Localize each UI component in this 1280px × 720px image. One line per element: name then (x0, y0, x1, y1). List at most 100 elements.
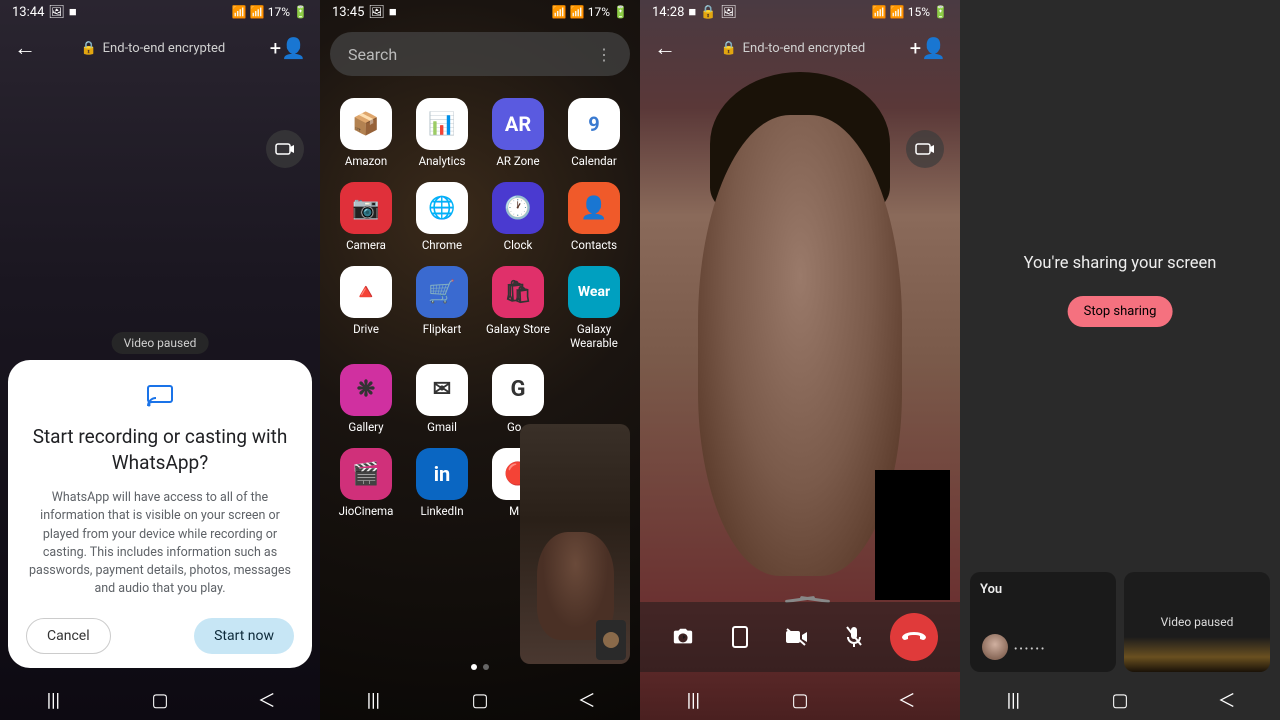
app-jiocinema[interactable]: 🎬JioCinema (330, 448, 402, 518)
signal-icon: 📶 (890, 5, 905, 19)
recents-icon[interactable]: ||| (23, 690, 83, 711)
home-icon[interactable]: ▢ (450, 690, 510, 711)
home-icon[interactable]: ▢ (770, 690, 830, 711)
app-label: Gallery (348, 421, 383, 434)
img-icon: 🖼 (48, 5, 65, 20)
stop-sharing-button[interactable]: Stop sharing (1068, 296, 1173, 327)
app-analytics[interactable]: 📊Analytics (406, 98, 478, 168)
flip-camera-button[interactable] (662, 616, 704, 658)
back-icon[interactable]: ← (654, 35, 676, 61)
add-person-icon[interactable]: +👤 (910, 36, 946, 60)
cast-icon (146, 382, 174, 410)
back-nav-icon[interactable]: ＜ (1197, 687, 1257, 713)
app-icon: G (492, 364, 544, 416)
nav-bar: ||| ▢ ＜ (960, 680, 1280, 720)
app-galaxy-store[interactable]: 🛍 Galaxy Store (482, 266, 554, 349)
app-label: Contacts (571, 239, 617, 252)
app-gallery[interactable]: ❋Gallery (330, 364, 402, 434)
wifi-icon: 📶 (232, 5, 247, 19)
recents-icon[interactable]: ||| (343, 690, 403, 711)
pip-overlay[interactable] (520, 424, 630, 664)
video-icon: ■ (69, 4, 77, 20)
battery-icon: 🔋 (613, 5, 628, 19)
app-gmail[interactable]: ✉Gmail (406, 364, 478, 434)
app-amazon[interactable]: 📦Amazon (330, 98, 402, 168)
add-person-icon[interactable]: +👤 (270, 36, 306, 60)
app-icon: 🌐 (416, 182, 468, 234)
wifi-icon: 📶 (872, 5, 887, 19)
app-icon: 🔺 (340, 266, 392, 318)
app-flipkart[interactable]: 🛒 Flipkart (406, 266, 478, 349)
app-linkedin[interactable]: in LinkedIn (406, 448, 478, 518)
app-icon: 🛍 (492, 266, 544, 318)
panel-videocall: 14:28■🔒🖼 📶📶15%🔋 ← 🔒 End-to-end encrypted… (640, 0, 960, 720)
battery-pct: 17% (268, 5, 290, 19)
pip-self[interactable] (596, 620, 626, 660)
video-off-button[interactable] (776, 616, 818, 658)
start-now-button[interactable]: Start now (194, 618, 294, 654)
cancel-button[interactable]: Cancel (26, 618, 111, 654)
cast-dialog: Start recording or casting with WhatsApp… (8, 360, 312, 668)
app-icon: in (416, 448, 468, 500)
dialog-actions: Cancel Start now (26, 618, 294, 654)
screen-share-button[interactable] (719, 616, 761, 658)
clock: 13:45 (332, 5, 364, 20)
self-preview[interactable] (875, 470, 950, 600)
participant-remote[interactable]: Video paused (1124, 572, 1270, 672)
app-icon: 📷 (340, 182, 392, 234)
app-drive[interactable]: 🔺 Drive (330, 266, 402, 349)
nav-bar: ||| ▢ ＜ (640, 680, 960, 720)
app-label: Galaxy Wearable (559, 323, 629, 349)
app-label: Calendar (571, 155, 617, 168)
clock: 14:28 (652, 5, 684, 20)
encryption-badge: 🔒 End-to-end encrypted (80, 41, 225, 56)
face-shape (698, 115, 903, 576)
app-label: AR Zone (496, 155, 539, 168)
call-header: ← 🔒 End-to-end encrypted +👤 (0, 24, 320, 72)
app-label: Galaxy Store (486, 323, 550, 336)
app-contacts[interactable]: 👤 Contacts (558, 182, 630, 252)
dialog-title: Start recording or casting with WhatsApp… (26, 424, 294, 475)
img-icon: 🖼 (720, 5, 737, 20)
back-icon[interactable]: ← (14, 35, 36, 61)
app-label: Gmail (427, 421, 457, 434)
clock: 13:44 (12, 5, 44, 20)
more-icon[interactable]: ⋮ (596, 45, 612, 64)
back-nav-icon[interactable]: ＜ (237, 687, 297, 713)
app-icon: 🛒 (416, 266, 468, 318)
search-bar[interactable]: Search ⋮ (330, 32, 630, 76)
app-label: Chrome (422, 239, 462, 252)
camera-flip-button[interactable] (906, 130, 944, 168)
app-ar-zone[interactable]: ARAR Zone (482, 98, 554, 168)
call-controls (640, 602, 960, 672)
participant-label: You (980, 582, 1106, 597)
home-icon[interactable]: ▢ (1090, 690, 1150, 711)
app-camera[interactable]: 📷Camera (330, 182, 402, 252)
app-label: Amazon (345, 155, 387, 168)
app-label: LinkedIn (420, 505, 463, 518)
dot-active (471, 664, 477, 670)
app-calendar[interactable]: 9 Calendar (558, 98, 630, 168)
app-label: Drive (353, 323, 379, 336)
panel-dialog: 13:44🖼■ 📶📶17%🔋 ← 🔒 End-to-end encrypted … (0, 0, 320, 720)
back-nav-icon[interactable]: ＜ (557, 687, 617, 713)
status-bar: 13:45🖼■ 📶📶17%🔋 (320, 0, 640, 24)
mic-off-button[interactable] (833, 616, 875, 658)
recents-icon[interactable]: ||| (983, 690, 1043, 711)
name-dots: •••••• (1014, 644, 1046, 655)
app-clock[interactable]: 🕐Clock (482, 182, 554, 252)
end-call-button[interactable] (890, 613, 938, 661)
app-chrome[interactable]: 🌐 Chrome (406, 182, 478, 252)
page-indicator (471, 664, 489, 670)
app-galaxy-wearable[interactable]: WearGalaxy Wearable (558, 266, 630, 349)
app-icon: 9 (568, 98, 620, 150)
status-bar: 13:44🖼■ 📶📶17%🔋 (0, 0, 320, 24)
home-icon[interactable]: ▢ (130, 690, 190, 711)
wifi-icon: 📶 (552, 5, 567, 19)
recents-icon[interactable]: ||| (663, 690, 723, 711)
participant-self[interactable]: You •••••• (970, 572, 1116, 672)
camera-flip-button[interactable] (266, 130, 304, 168)
app-label: Flipkart (423, 323, 461, 336)
app-icon: 👤 (568, 182, 620, 234)
back-nav-icon[interactable]: ＜ (877, 687, 937, 713)
